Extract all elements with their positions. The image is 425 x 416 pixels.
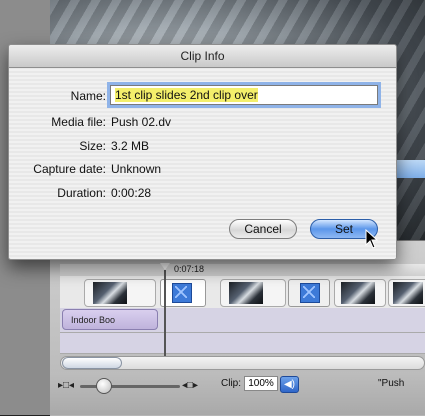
clip-info-dialog: Clip Info Name: 1st clip slides 2nd clip… [8,44,397,260]
arrow-cursor-icon [365,229,379,249]
clip-volume-label: Clip: [221,378,242,389]
playhead-line [164,270,166,356]
playhead-handle[interactable] [160,263,170,270]
zoom-slider[interactable] [80,385,180,388]
size-value: 3.2 MB [111,139,150,153]
capture-date-label: Capture date: [33,162,106,176]
cancel-button[interactable]: Cancel [229,219,297,239]
clip-thumbnail [93,282,127,304]
clip-thumbnail [393,282,423,304]
clip-thumbnail [341,282,375,304]
dialog-title: Clip Info [9,45,396,68]
capture-date-value: Unknown [111,162,162,176]
transition-icon [172,283,192,303]
name-field-value: 1st clip slides 2nd clip over [115,88,258,102]
duration-label: Duration: [57,186,106,200]
video-clip[interactable] [334,279,386,307]
duration-value: 0:00:28 [111,186,152,200]
project-name: "Push [378,378,405,389]
video-clip[interactable] [220,279,286,307]
speaker-icon[interactable]: ◀) [280,376,299,393]
zoom-in-icon: ◂□▸ [182,380,199,391]
name-label: Name: [70,89,106,103]
zoom-out-icon: ▸□◂ [58,380,75,391]
media-file-value: Push 02.dv [111,115,172,129]
audio-clip[interactable]: Indoor Boo [62,309,158,330]
scrollbar-thumb[interactable] [62,357,122,369]
video-clip[interactable] [388,279,425,307]
playhead-timecode: 0:07:18 [174,264,205,274]
size-label: Size: [79,139,106,153]
clip-thumbnail [229,282,263,304]
clip-volume-input[interactable] [244,376,278,391]
video-clip[interactable] [84,279,156,307]
media-file-label: Media file: [51,115,106,129]
audio-track-2 [60,333,425,354]
name-field[interactable]: 1st clip slides 2nd clip over [110,85,378,105]
zoom-slider-knob[interactable] [96,378,112,394]
transition-icon [300,283,320,303]
